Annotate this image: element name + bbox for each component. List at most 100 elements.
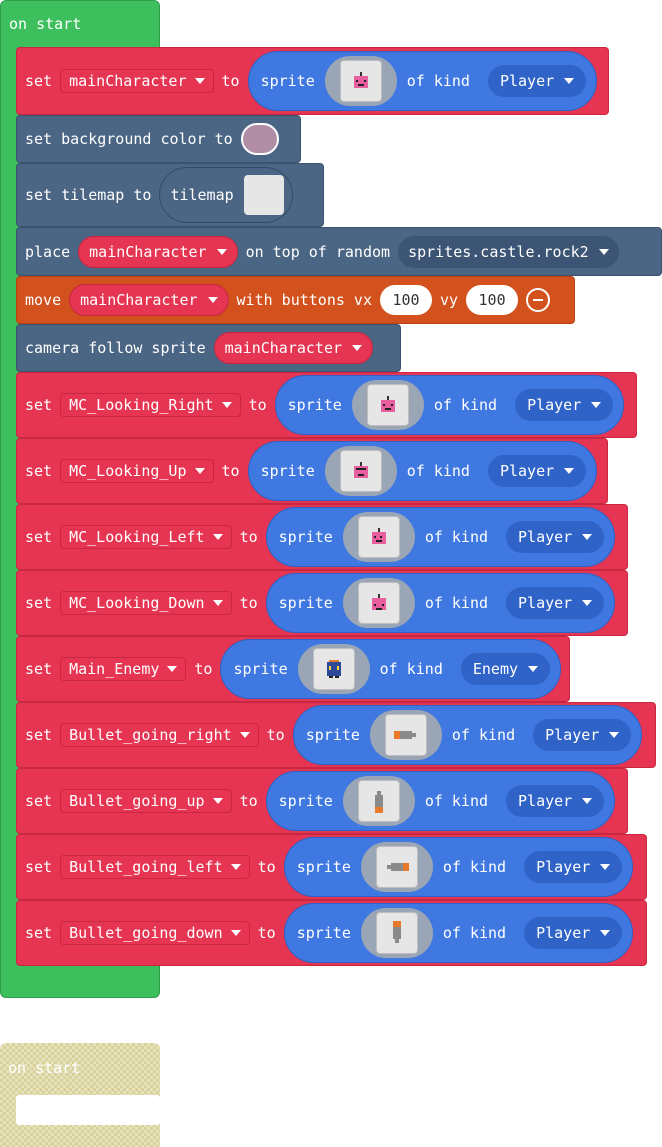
place-on-top-block[interactable]: place mainCharacter on top of random spr… [16, 227, 662, 276]
caret-down-icon [564, 78, 575, 84]
kind-dropdown[interactable]: Player [487, 455, 587, 487]
to-label: to [257, 924, 276, 942]
kind-dropdown[interactable]: Player [506, 521, 605, 553]
variable-dropdown[interactable]: Bullet_going_up [60, 789, 232, 813]
kind-dropdown[interactable]: Player [533, 719, 632, 751]
set-bullet-going-up-block[interactable]: set Bullet_going_up to sprite of kind Pl… [16, 768, 628, 834]
kind-value: Player [536, 858, 591, 876]
vy-input[interactable]: 100 [466, 285, 519, 315]
sprite-image-field[interactable] [342, 512, 415, 562]
disabled-on-start-block[interactable]: on start [0, 1043, 160, 1147]
set-tilemap-block[interactable]: set tilemap to tilemap [16, 163, 324, 227]
caret-down-icon [221, 402, 232, 408]
variable-dropdown[interactable]: Bullet_going_right [60, 723, 259, 747]
disabled-on-start-label: on start [8, 1059, 81, 1077]
variable-dropdown[interactable]: mainCharacter [60, 69, 214, 93]
tilemap-image-field[interactable] [243, 175, 284, 215]
sprite-expression[interactable]: sprite of kind Player [283, 837, 634, 897]
set-mc-looking-down-block[interactable]: set MC_Looking_Down to sprite of kind Pl… [16, 570, 628, 636]
variable-dropdown[interactable]: Bullet_going_down [60, 921, 250, 945]
camera-follow-block[interactable]: camera follow sprite mainCharacter [16, 324, 401, 372]
caret-down-icon [212, 600, 223, 606]
variable-dropdown[interactable]: MC_Looking_Down [60, 591, 232, 615]
set-bullet-going-left-block[interactable]: set Bullet_going_left to sprite of kind … [16, 834, 647, 900]
set-main-enemy-block[interactable]: set Main_Enemy to sprite of kind Enemy [16, 636, 570, 702]
sprite-expression[interactable]: sprite of kind Player [265, 771, 616, 831]
kind-dropdown[interactable]: Player [506, 587, 605, 619]
on-start-label: on start [9, 15, 82, 33]
move-with-buttons-block[interactable]: move mainCharacter with buttons vx 100 v… [16, 276, 575, 324]
sprite-expression[interactable]: sprite of kind Player [292, 705, 643, 765]
vx-input[interactable]: 100 [380, 285, 432, 315]
robot-icon [371, 528, 386, 544]
color-picker[interactable] [240, 123, 279, 155]
variable-dropdown[interactable]: mainCharacter [69, 284, 229, 316]
variable-dropdown[interactable]: MC_Looking_Right [60, 393, 241, 417]
sprite-image-field[interactable] [369, 710, 442, 760]
kind-dropdown[interactable]: Player [515, 389, 614, 421]
set-bullet-going-down-block[interactable]: set Bullet_going_down to sprite of kind … [16, 900, 647, 966]
tilemap-expression[interactable]: tilemap [159, 167, 293, 223]
variable-name: Bullet_going_down [69, 924, 223, 942]
kind-value: Player [499, 72, 555, 90]
to-label: to [266, 726, 285, 744]
sprite-label: sprite [278, 594, 333, 612]
kind-dropdown[interactable]: Player [506, 785, 605, 817]
kind-dropdown[interactable]: Enemy [460, 653, 551, 685]
sprite-expression[interactable]: sprite of kind Player [283, 903, 634, 963]
sprite-image-field[interactable] [324, 56, 397, 106]
sprite-image [375, 846, 418, 888]
set-mainCharacter-block[interactable]: set mainCharacter to sprite of kind Play… [16, 47, 609, 115]
variable-dropdown[interactable]: Main_Enemy [60, 657, 187, 681]
variable-name: MC_Looking_Up [69, 462, 187, 480]
bullet-right-icon [393, 731, 416, 739]
sprite-image-field[interactable] [360, 842, 433, 892]
sprite-label: sprite [278, 528, 333, 546]
sprite-image [339, 60, 382, 102]
set-tilemap-label: set tilemap to [25, 186, 152, 204]
sprite-expression[interactable]: sprite of kind Player [274, 375, 625, 435]
sprite-image-field[interactable] [360, 908, 433, 958]
variable-dropdown[interactable]: mainCharacter [78, 235, 238, 268]
sprite-image [375, 912, 418, 954]
robot-icon [380, 396, 395, 412]
minus-circle-icon[interactable] [526, 288, 551, 312]
vy-label: vy [440, 291, 459, 309]
robot-icon [371, 594, 386, 610]
kind-value: Player [518, 528, 573, 546]
sprite-image-field[interactable] [342, 578, 415, 628]
sprite-image-field[interactable] [342, 776, 415, 826]
sprite-image-field[interactable] [351, 380, 424, 430]
variable-dropdown[interactable]: MC_Looking_Left [60, 525, 232, 549]
sprite-image-field[interactable] [324, 446, 397, 496]
sprite-expression[interactable]: sprite of kind Player [247, 51, 598, 111]
kind-dropdown[interactable]: Player [524, 851, 623, 883]
variable-dropdown[interactable]: MC_Looking_Up [60, 459, 214, 483]
variable-dropdown[interactable]: mainCharacter [213, 332, 374, 364]
sprite-image-field[interactable] [297, 644, 370, 694]
of-kind-label: of kind [424, 792, 489, 810]
variable-name: Main_Enemy [69, 660, 160, 678]
caret-down-icon [582, 600, 593, 606]
kind-value: Player [536, 924, 591, 942]
variable-name: mainCharacter [80, 291, 198, 309]
variable-dropdown[interactable]: Bullet_going_left [60, 855, 250, 879]
sprite-expression[interactable]: sprite of kind Player [265, 507, 616, 567]
kind-dropdown[interactable]: Player [487, 65, 587, 97]
sprite-image [357, 582, 400, 624]
set-background-color-block[interactable]: set background color to [16, 115, 301, 163]
set-mc-looking-left-block[interactable]: set MC_Looking_Left to sprite of kind Pl… [16, 504, 628, 570]
of-kind-label: of kind [379, 660, 443, 678]
kind-dropdown[interactable]: Player [524, 917, 623, 949]
sprite-expression[interactable]: sprite of kind Player [247, 441, 598, 501]
set-mc-looking-up-block[interactable]: set MC_Looking_Up to sprite of kind Play… [16, 438, 608, 504]
of-kind-label: of kind [424, 594, 489, 612]
tile-dropdown[interactable]: sprites.castle.rock2 [398, 235, 619, 268]
sprite-expression[interactable]: sprite of kind Enemy [220, 639, 562, 699]
set-mc-looking-right-block[interactable]: set MC_Looking_Right to sprite of kind P… [16, 372, 637, 438]
set-bullet-going-right-block[interactable]: set Bullet_going_right to sprite of kind… [16, 702, 656, 768]
tilemap-label: tilemap [170, 186, 234, 204]
sprite-expression[interactable]: sprite of kind Player [265, 573, 616, 633]
caret-down-icon [528, 666, 539, 672]
caret-down-icon [609, 732, 620, 738]
